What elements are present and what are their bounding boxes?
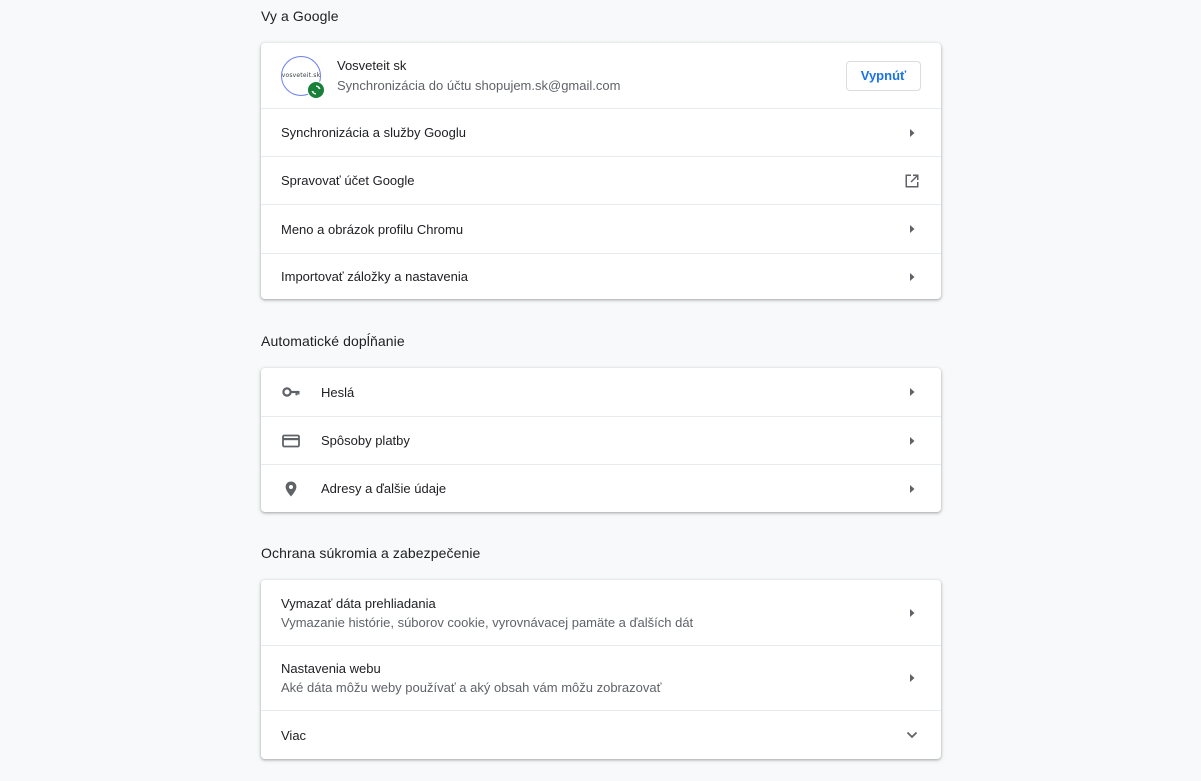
row-label: Heslá	[321, 384, 355, 400]
import-bookmarks-row[interactable]: Importovať záložky a nastavenia	[261, 253, 941, 299]
payment-methods-row[interactable]: Spôsoby platby	[261, 416, 941, 464]
sync-status-text: Synchronizácia do účtu shopujem.sk@gmail…	[337, 78, 621, 93]
row-text: Vymazať dáta prehliadania Vymazanie hist…	[281, 596, 902, 630]
key-icon	[281, 382, 301, 402]
avatar[interactable]: vosveteit.sk	[281, 55, 325, 99]
addresses-row[interactable]: Adresy a ďalšie údaje	[261, 464, 941, 512]
row-label: Synchronizácia a služby Googlu	[281, 125, 466, 140]
row-label: Spravovať účet Google	[281, 173, 415, 188]
arrow-right-icon	[902, 603, 922, 623]
arrow-right-icon	[902, 219, 922, 239]
arrow-right-icon	[902, 382, 922, 402]
row-label: Nastavenia webu	[281, 661, 381, 676]
profile-name: Vosveteit sk	[337, 58, 407, 73]
row-label: Spôsoby platby	[321, 433, 410, 448]
location-pin-icon	[281, 479, 301, 499]
settings-page: Vy a Google vosveteit.sk Vosveteit sk Sy…	[0, 0, 1201, 781]
row-label: Vymazať dáta prehliadania	[281, 595, 436, 611]
sync-and-google-services-row[interactable]: Synchronizácia a služby Googlu	[261, 108, 941, 156]
arrow-right-icon	[902, 668, 922, 688]
manage-google-account-row[interactable]: Spravovať účet Google	[261, 156, 941, 204]
profile-row: vosveteit.sk Vosveteit sk Synchronizácia…	[261, 43, 941, 108]
row-label: Importovať záložky a nastavenia	[281, 269, 468, 284]
arrow-right-icon	[902, 479, 922, 499]
row-label: Adresy a ďalšie údaje	[321, 481, 447, 496]
section-title-privacy: Ochrana súkromia a zabezpečenie	[261, 545, 481, 561]
passwords-row[interactable]: Heslá	[261, 368, 941, 416]
arrow-right-icon	[902, 123, 922, 143]
section-title-you-and-google: Vy a Google	[261, 8, 339, 24]
arrow-right-icon	[902, 267, 922, 287]
avatar-logo-text: vosveteit.sk	[281, 72, 321, 79]
section-title-autofill: Automatické dopĺňanie	[261, 333, 405, 349]
profile-text: Vosveteit sk Synchronizácia do účtu shop…	[337, 58, 846, 93]
more-row[interactable]: Viac	[261, 710, 941, 759]
chrome-profile-name-row[interactable]: Meno a obrázok profilu Chromu	[261, 204, 941, 253]
row-label: Meno a obrázok profilu Chromu	[281, 221, 464, 237]
row-text: Nastavenia webu Aké dáta môžu weby použí…	[281, 661, 902, 695]
chevron-down-icon[interactable]	[902, 725, 922, 745]
row-sublabel: Vymazanie histórie, súborov cookie, vyro…	[281, 614, 694, 630]
row-sublabel: Aké dáta môžu weby používať a aký obsah …	[281, 680, 662, 695]
autofill-card: Heslá Spôsoby platby Adresy a ďalšie úda…	[261, 368, 941, 512]
arrow-right-icon	[902, 431, 922, 451]
sync-icon	[307, 80, 325, 99]
credit-card-icon	[281, 431, 301, 451]
privacy-card: Vymazať dáta prehliadania Vymazanie hist…	[261, 580, 941, 759]
open-in-new-icon	[902, 171, 922, 191]
you-and-google-card: vosveteit.sk Vosveteit sk Synchronizácia…	[261, 43, 941, 299]
turn-off-sync-button[interactable]: Vypnúť	[846, 60, 921, 91]
site-settings-row[interactable]: Nastavenia webu Aké dáta môžu weby použí…	[261, 645, 941, 710]
clear-browsing-data-row[interactable]: Vymazať dáta prehliadania Vymazanie hist…	[261, 580, 941, 645]
row-label: Viac	[281, 727, 307, 743]
